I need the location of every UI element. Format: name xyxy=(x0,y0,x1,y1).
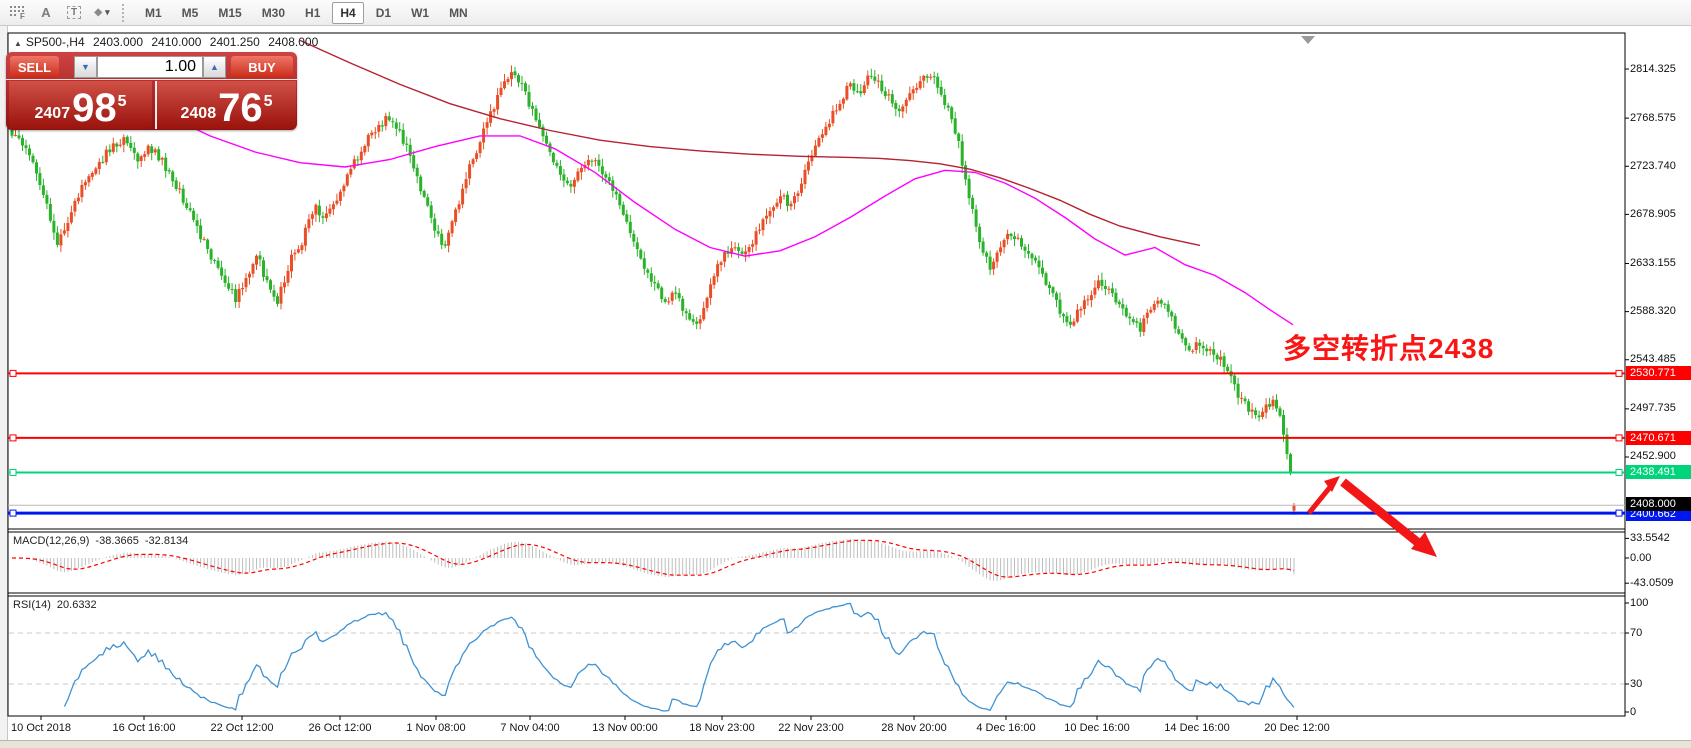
date-axis-label: 28 Nov 20:00 xyxy=(881,722,946,734)
rsi-axis-label: 100 xyxy=(1630,597,1690,609)
sell-price-big: 98 xyxy=(72,88,117,128)
buy-button[interactable]: BUY xyxy=(231,56,293,78)
buy-price-big: 76 xyxy=(218,88,263,128)
timeframe-button-H4[interactable]: H4 xyxy=(332,2,363,24)
symbol-marker-icon: ▲ xyxy=(14,39,22,48)
date-axis-label: 1 Nov 08:00 xyxy=(406,722,465,734)
macd-signal-value: -32.8134 xyxy=(145,535,188,547)
price-axis-label: 2452.900 xyxy=(1630,450,1690,462)
timeframe-button-H1[interactable]: H1 xyxy=(297,2,328,24)
price-axis-label: 2723.740 xyxy=(1630,160,1690,172)
hline-handle[interactable] xyxy=(1616,370,1622,376)
date-axis-label: 10 Dec 16:00 xyxy=(1064,722,1129,734)
dotted-grid-icon: F xyxy=(10,5,27,20)
date-axis-label: 18 Nov 23:00 xyxy=(689,722,754,734)
rsi-header: RSI(14) 20.6332 xyxy=(13,599,103,611)
dropdown-caret-icon: ▾ xyxy=(105,7,110,18)
date-axis-label: 16 Oct 16:00 xyxy=(113,722,176,734)
mt4-window: F A T ◆ ▾ M1M5M15M30H1H4D1W1MN ▲ SP500-,H… xyxy=(0,0,1691,748)
date-axis-label: 22 Oct 12:00 xyxy=(211,722,274,734)
hline-handle[interactable] xyxy=(10,470,16,476)
hline-handle[interactable] xyxy=(10,370,16,376)
rsi-label: RSI(14) xyxy=(13,599,51,611)
hline-price-badge: 2470.671 xyxy=(1626,431,1691,445)
current-price-badge: 2408.000 xyxy=(1626,497,1691,511)
ohlc-close: 2408.000 xyxy=(268,35,318,49)
price-axis-label: 2633.155 xyxy=(1630,257,1690,269)
buy-price-display[interactable]: 2408 76 5 xyxy=(155,81,296,129)
date-axis-label: 7 Nov 04:00 xyxy=(500,722,559,734)
ohlc-high: 2410.000 xyxy=(151,35,201,49)
macd-axis-label: 33.5542 xyxy=(1630,532,1690,544)
toolbar-separator xyxy=(122,4,129,22)
template-f-icon[interactable]: F xyxy=(5,2,31,24)
macd-axis-label: 0.00 xyxy=(1630,552,1690,564)
macd-main-value: -38.3665 xyxy=(95,535,138,547)
hline-handle[interactable] xyxy=(10,435,16,441)
sell-price-display[interactable]: 2407 98 5 xyxy=(9,81,152,129)
price-axis-label: 2768.575 xyxy=(1630,112,1690,124)
timeframe-button-MN[interactable]: MN xyxy=(441,2,476,24)
macd-header: MACD(12,26,9) -38.3665 -32.8134 xyxy=(13,535,194,547)
date-axis-label: 20 Dec 12:00 xyxy=(1264,722,1329,734)
shapes-tool-icon[interactable]: ◆ ▾ xyxy=(89,2,115,24)
price-axis-label: 2588.320 xyxy=(1630,305,1690,317)
date-axis-label: 4 Dec 16:00 xyxy=(976,722,1035,734)
toolbar: F A T ◆ ▾ M1M5M15M30H1H4D1W1MN xyxy=(0,0,1691,26)
date-axis-label: 10 Oct 2018 xyxy=(11,722,71,734)
hline-handle[interactable] xyxy=(1616,470,1622,476)
symbol-period: SP500-,H4 xyxy=(26,35,85,49)
hline-price-badge: 2438.491 xyxy=(1626,465,1691,479)
hline-handle[interactable] xyxy=(1616,435,1622,441)
hline-handle[interactable] xyxy=(1616,510,1622,516)
date-axis-label: 26 Oct 12:00 xyxy=(309,722,372,734)
rsi-axis-label: 70 xyxy=(1630,627,1690,639)
date-axis-label: 22 Nov 23:00 xyxy=(778,722,843,734)
price-axis-label: 2678.905 xyxy=(1630,208,1690,220)
price-axis-label: 2543.485 xyxy=(1630,353,1690,365)
chart-plot-area[interactable] xyxy=(8,33,1625,716)
macd-axis-label: -43.0509 xyxy=(1630,577,1690,589)
date-axis-label: 13 Nov 00:00 xyxy=(592,722,657,734)
price-axis-label: 2497.735 xyxy=(1630,402,1690,414)
diamond-icon: ◆ xyxy=(94,7,102,18)
hline-price-badge: 2530.771 xyxy=(1626,366,1691,380)
rsi-axis-label: 0 xyxy=(1630,706,1690,718)
sell-price-small: 2407 xyxy=(35,105,71,123)
date-axis-label: 14 Dec 16:00 xyxy=(1164,722,1229,734)
sell-price-sup: 5 xyxy=(118,93,127,111)
price-axis-label: 2814.325 xyxy=(1630,63,1690,75)
chart-annotation-text: 多空转折点2438 xyxy=(1283,327,1494,367)
svg-text:F: F xyxy=(20,12,25,20)
one-click-trading-panel: SELL ▼ ▲ BUY 2407 98 5 2408 76 5 xyxy=(6,52,297,130)
macd-label: MACD(12,26,9) xyxy=(13,535,89,547)
timeframe-button-D1[interactable]: D1 xyxy=(368,2,399,24)
rsi-axis-label: 30 xyxy=(1630,678,1690,690)
volume-decrease-button[interactable]: ▼ xyxy=(74,56,97,78)
buy-price-sup: 5 xyxy=(264,93,273,111)
timeframe-button-W1[interactable]: W1 xyxy=(403,2,437,24)
timeframe-button-M5[interactable]: M5 xyxy=(174,2,207,24)
cursor-a-icon[interactable]: A xyxy=(33,2,59,24)
timeframe-button-M15[interactable]: M15 xyxy=(210,2,249,24)
timeframe-button-M1[interactable]: M1 xyxy=(137,2,170,24)
sell-button[interactable]: SELL xyxy=(10,56,59,78)
volume-input[interactable] xyxy=(97,56,203,78)
rsi-value: 20.6332 xyxy=(57,599,97,611)
hline-handle[interactable] xyxy=(10,510,16,516)
buy-price-small: 2408 xyxy=(181,105,217,123)
text-tool-glyph: T xyxy=(67,6,81,19)
volume-increase-button[interactable]: ▲ xyxy=(203,56,226,78)
text-tool-icon[interactable]: T xyxy=(61,2,87,24)
timeframe-toolbar: M1M5M15M30H1H4D1W1MN xyxy=(135,2,478,24)
ohlc-low: 2401.250 xyxy=(210,35,260,49)
chart-title: ▲ SP500-,H4 2403.000 2410.000 2401.250 24… xyxy=(14,35,323,49)
trade-panel-top-row: SELL ▼ ▲ BUY xyxy=(6,52,297,80)
timeframe-button-M30[interactable]: M30 xyxy=(254,2,293,24)
ohlc-open: 2403.000 xyxy=(93,35,143,49)
